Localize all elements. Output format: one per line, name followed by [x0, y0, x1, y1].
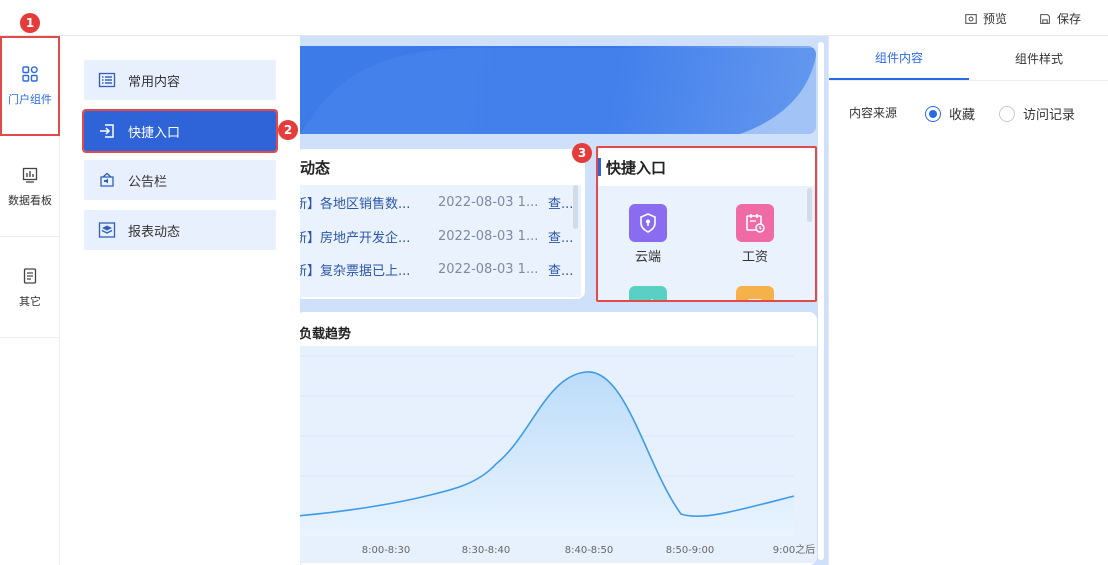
- rail-item-others[interactable]: 其它: [0, 238, 60, 338]
- news-row-partial: [300, 289, 581, 297]
- quick-entry-salary[interactable]: [736, 204, 774, 242]
- component-label: 常用内容: [128, 74, 181, 90]
- preview-label: 预览: [983, 12, 1008, 26]
- tab-component-style[interactable]: 组件样式: [969, 36, 1108, 80]
- edit-icon: [650, 298, 654, 300]
- x-tick-label: 9:00之后: [773, 543, 815, 556]
- radio-label: 访问记录: [1023, 108, 1076, 123]
- preview-icon: [965, 13, 977, 24]
- preview-button[interactable]: 预览: [964, 10, 1007, 27]
- news-title[interactable]: 新】各地区销售数...: [300, 193, 410, 212]
- canvas-scrollbar[interactable]: [818, 42, 824, 560]
- news-title[interactable]: 新】复杂票据已上...: [300, 260, 410, 279]
- step-badge-2: 2: [278, 120, 298, 140]
- radio-dot[interactable]: [999, 105, 1015, 122]
- x-tick-label: 8:50-9:00: [666, 545, 715, 556]
- quick-entry-scrollbar[interactable]: [807, 188, 812, 222]
- tab-divider: [829, 80, 1108, 81]
- portal-banner: [300, 46, 816, 134]
- portal-canvas: 动态 新】各地区销售数... 2022-08-03 1... 查... 新】房地…: [300, 36, 828, 565]
- quick-entry-grid: 云端 工资: [598, 186, 815, 300]
- quick-entry-card[interactable]: 快捷入口 云端 工资: [596, 146, 817, 302]
- dashboard-chart-icon: [22, 167, 38, 183]
- rail-item-label: 数据看板: [8, 193, 52, 207]
- news-card: 动态 新】各地区销售数... 2022-08-03 1... 查... 新】房地…: [300, 149, 585, 299]
- quick-entry-label: 云端: [634, 250, 661, 265]
- news-card-title: 动态: [300, 159, 331, 177]
- step-badge-1: 1: [20, 13, 40, 33]
- content-source-label: 内容来源: [849, 106, 898, 120]
- load-trend-card: 负载趋势 8:00-8:30 8:30-8:40 8:40-8:50 8:50-9:0…: [300, 312, 817, 565]
- rail-item-data-dashboard[interactable]: 数据看板: [0, 137, 60, 237]
- list-icon: [98, 72, 116, 88]
- news-row[interactable]: 新】各地区销售数... 2022-08-03 1... 查...: [300, 185, 576, 219]
- news-date: 2022-08-03 1...: [438, 228, 539, 244]
- component-panel: 常用内容 快捷入口 公告栏 报表动态: [60, 36, 300, 565]
- component-announcement[interactable]: 公告栏: [84, 160, 276, 200]
- radio-label: 收藏: [949, 108, 976, 123]
- chart-title: 负载趋势: [300, 327, 352, 342]
- document-icon: [23, 267, 37, 284]
- x-tick-label: 8:00-8:30: [362, 545, 411, 556]
- radio-visit-records[interactable]: 访问记录: [999, 104, 1075, 123]
- news-title[interactable]: 新】房地产开发企...: [300, 227, 410, 246]
- component-label: 公告栏: [128, 174, 168, 190]
- cloud-lock-icon: [640, 213, 656, 233]
- news-date: 2022-08-03 1...: [438, 261, 539, 277]
- step-badge-3: 3: [572, 143, 592, 163]
- rail-item-label: 其它: [19, 294, 41, 308]
- news-scrollbar[interactable]: [573, 185, 578, 229]
- x-tick-label: 8:30-8:40: [462, 545, 511, 556]
- top-toolbar: 预览 保存: [0, 0, 1108, 36]
- component-report-updates[interactable]: 报表动态: [84, 210, 276, 250]
- radio-dot-checked[interactable]: [925, 105, 941, 122]
- quick-entry-edit[interactable]: [629, 286, 667, 300]
- apps-icon: [22, 65, 38, 82]
- rail-item-label: 门户组件: [8, 92, 52, 106]
- quick-entry-folder[interactable]: [736, 286, 774, 300]
- save-icon: [1040, 13, 1050, 24]
- layers-icon: [98, 222, 116, 238]
- property-panel: 组件内容 组件样式 内容来源 收藏 访问记录: [828, 36, 1108, 565]
- news-view-link[interactable]: 查...: [548, 260, 573, 279]
- radio-favorites[interactable]: 收藏: [925, 104, 975, 123]
- left-rail: 门户组件 数据看板 其它: [0, 36, 60, 565]
- save-button[interactable]: 保存: [1038, 10, 1081, 27]
- enter-icon: [100, 124, 114, 138]
- save-label: 保存: [1057, 12, 1082, 26]
- tab-component-content[interactable]: 组件内容: [829, 36, 969, 80]
- news-view-link[interactable]: 查...: [548, 227, 573, 246]
- title-accent-bar: [598, 158, 601, 176]
- news-view-link[interactable]: 查...: [548, 193, 573, 212]
- component-label: 报表动态: [128, 224, 181, 240]
- news-date: 2022-08-03 1...: [438, 194, 539, 210]
- quick-entry-label: 工资: [741, 250, 768, 265]
- load-trend-chart: 8:00-8:30 8:30-8:40 8:40-8:50 8:50-9:00 9:00…: [300, 346, 817, 563]
- rail-item-portal-components[interactable]: 门户组件: [0, 36, 60, 136]
- component-label: 快捷入口: [128, 125, 181, 141]
- news-row[interactable]: 新】复杂票据已上... 2022-08-03 1... 查...: [300, 252, 576, 286]
- announcement-icon: [100, 172, 114, 187]
- calendar-clock-icon: [746, 214, 765, 233]
- news-row[interactable]: 新】房地产开发企... 2022-08-03 1... 查...: [300, 219, 576, 253]
- folder-icon: [748, 299, 762, 300]
- quick-entry-title: 快捷入口: [606, 159, 667, 177]
- quick-entry-cloud[interactable]: [629, 204, 667, 242]
- component-quick-entry[interactable]: 快捷入口: [82, 109, 278, 153]
- news-list: 新】各地区销售数... 2022-08-03 1... 查... 新】房地产开发…: [300, 185, 581, 297]
- banner-wave: [300, 47, 816, 134]
- component-common-content[interactable]: 常用内容: [84, 60, 276, 100]
- x-tick-label: 8:40-8:50: [565, 545, 614, 556]
